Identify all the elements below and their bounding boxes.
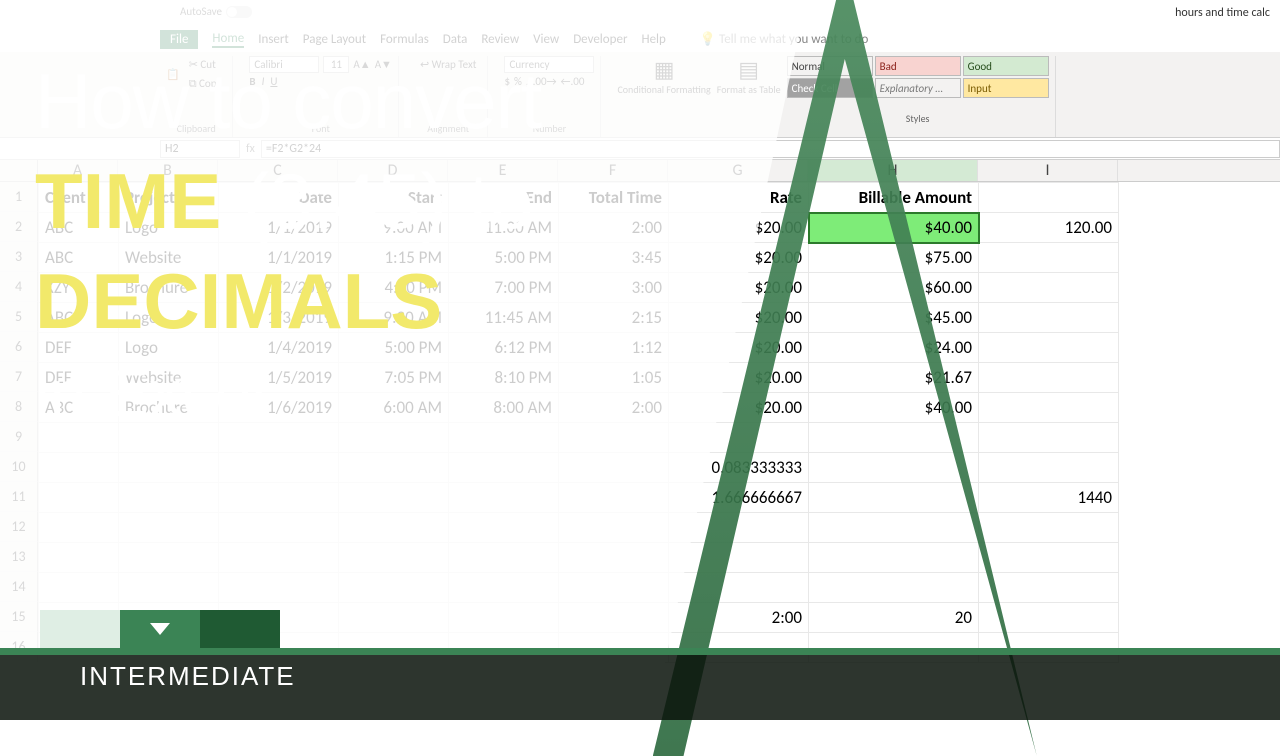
video-title: How to convert TIME (3:45) to DECIMALS i… <box>35 55 541 433</box>
title-line1: How to convert <box>35 55 541 147</box>
style-good[interactable]: Good <box>963 56 1049 76</box>
title-line4: in Excel <box>35 355 541 433</box>
difficulty-label: INTERMEDIATE <box>80 661 1280 692</box>
level-block-beginner <box>40 610 120 648</box>
level-block-advanced <box>200 610 280 648</box>
difficulty-indicator: INTERMEDIATE <box>0 610 1280 696</box>
style-input[interactable]: Input <box>963 78 1049 98</box>
level-block-intermediate <box>120 610 200 648</box>
document-name: hours and time calc <box>1175 6 1270 20</box>
title-line3: DECIMALS <box>35 255 541 347</box>
style-bad[interactable]: Bad <box>875 56 961 76</box>
style-explanatory[interactable]: Explanatory … <box>875 78 961 98</box>
title-line2: TIME (3:45) to <box>35 155 541 247</box>
col-header-I[interactable]: I <box>978 160 1118 181</box>
